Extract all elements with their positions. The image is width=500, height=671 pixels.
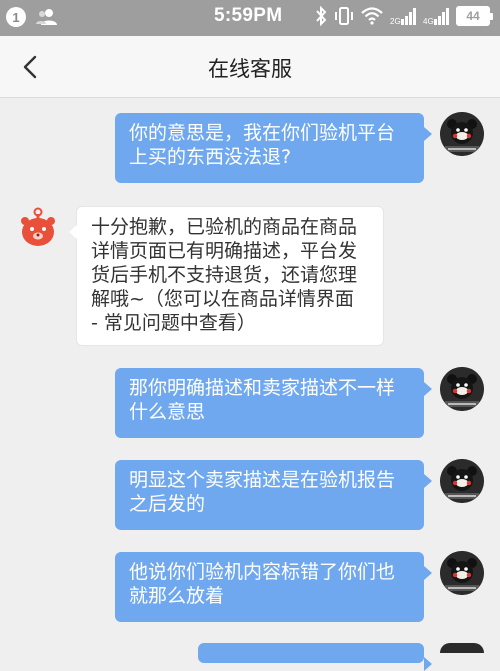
bot-avatar-icon [21,207,55,246]
message-line: 就那么放着 [129,585,225,607]
status-bar: 1 5:59PM 2G 4G 44 [0,0,500,36]
wifi-icon [361,7,383,25]
message-line: 详情页面已有明确描述，平台发 [91,240,358,262]
people-icon [36,9,57,25]
chat-header: 在线客服 [0,36,500,98]
bear-avatar-icon [440,367,484,411]
message-line: 明显这个卖家描述是在验机报告 [129,469,396,491]
message-line: 上买的东西没法退? [129,146,292,168]
user-avatar[interactable] [440,112,484,156]
notification-count-badge: 1 [6,7,26,27]
bluetooth-icon [316,6,327,26]
signal-icon: 2G [390,8,416,25]
status-left: 1 [6,7,58,27]
status-time: 5:59PM [214,5,283,26]
svg-text:4G: 4G [423,17,434,25]
chat-bubble-outgoing-partial[interactable] [198,643,432,671]
message-line: - 常见问题中查看） [91,312,256,334]
user-avatar[interactable] [440,367,484,411]
chat-bubble-outgoing[interactable]: 那你明确描述和卖家描述不一样 什么意思 [115,368,432,438]
chat-bubble-incoming[interactable]: 十分抱歉，已验机的商品在商品 详情页面已有明确描述，平台发 货后手机不支持退货，… [69,206,384,346]
chat-bubble-outgoing[interactable]: 他说你们验机内容标错了你们也 就那么放着 [115,552,432,622]
user-avatar[interactable] [440,459,484,503]
page-title: 在线客服 [208,57,292,81]
message-line: 货后手机不支持退货，还请您理 [91,264,358,286]
message-line: 十分抱歉，已验机的商品在商品 [91,216,358,238]
message-line: 你的意思是，我在你们验机平台 [129,122,396,144]
message-line: 他说你们验机内容标错了你们也 [129,561,396,583]
bear-avatar-icon [440,112,484,156]
svg-text:2G: 2G [390,17,401,25]
vibrate-icon [335,7,353,25]
message-line: 什么意思 [129,401,206,423]
message-line: 那你明确描述和卖家描述不一样 [129,377,396,399]
user-avatar[interactable] [440,551,484,595]
chat-bubble-outgoing[interactable]: 你的意思是，我在你们验机平台 上买的东西没法退? [115,113,432,183]
chat-bubble-outgoing[interactable]: 明显这个卖家描述是在验机报告 之后发的 [115,460,432,530]
signal-icon-2: 4G [423,8,449,25]
status-right: 2G 4G 44 [315,6,493,26]
bear-avatar-icon [440,551,484,595]
message-line: 解哦~（您可以在商品详情界面 [91,288,354,310]
bear-avatar-icon [440,459,484,503]
user-avatar-partial[interactable] [440,643,484,653]
battery-icon: 44 [456,6,493,26]
message-line: 之后发的 [129,493,206,515]
